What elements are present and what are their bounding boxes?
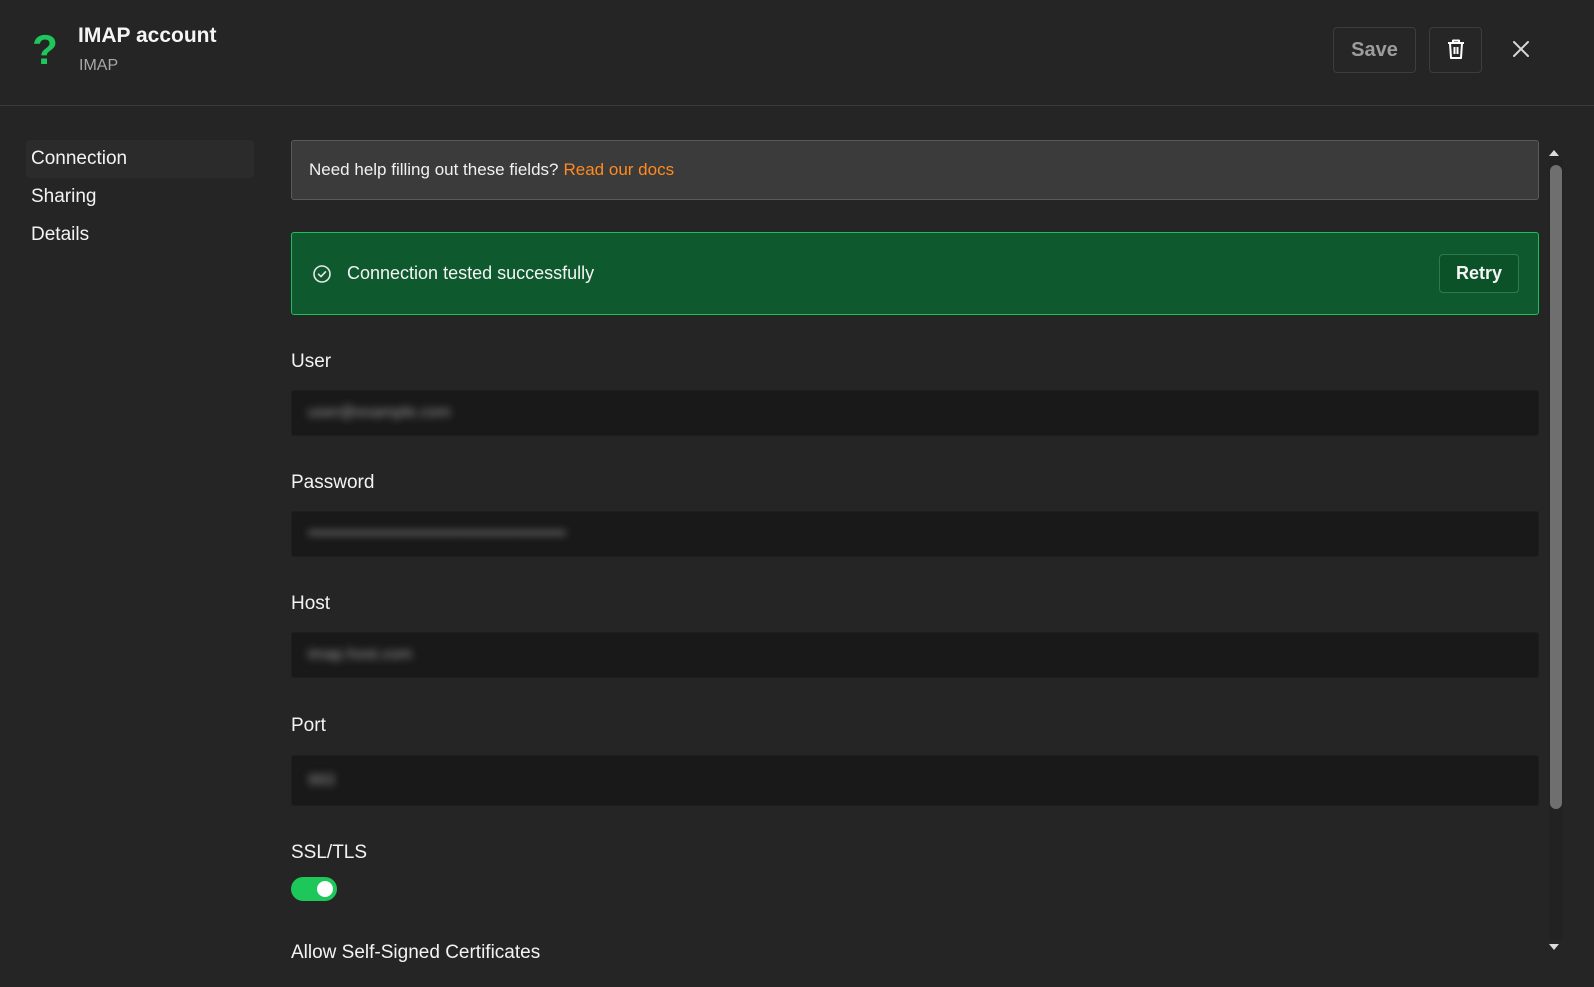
check-circle-icon bbox=[312, 264, 332, 284]
trash-icon bbox=[1446, 38, 1466, 63]
port-value: 993 bbox=[308, 771, 335, 789]
password-input[interactable]: ••••••••••••••••••••••••••••••••••••••••… bbox=[291, 511, 1539, 557]
help-text: Need help filling out these fields? bbox=[309, 160, 559, 179]
toggle-knob bbox=[317, 881, 333, 897]
password-value: ••••••••••••••••••••••••••••••••••••••••… bbox=[308, 525, 566, 542]
password-label: Password bbox=[291, 472, 375, 493]
host-value: imap.host.com bbox=[308, 646, 413, 663]
user-input[interactable]: user@example.com bbox=[291, 390, 1539, 436]
port-input[interactable]: 993 bbox=[291, 755, 1539, 806]
ssl-toggle[interactable] bbox=[291, 877, 337, 901]
self-signed-label: Allow Self-Signed Certificates bbox=[291, 942, 541, 963]
sidebar-item-details[interactable]: Details bbox=[26, 216, 254, 254]
status-text: Connection tested successfully bbox=[347, 263, 595, 283]
host-input[interactable]: imap.host.com bbox=[291, 632, 1539, 678]
sidebar-item-label: Connection bbox=[31, 148, 128, 169]
app-window: ? IMAP account IMAP Save Connection Shar… bbox=[0, 0, 1594, 987]
sidebar: Connection Sharing Details bbox=[26, 140, 254, 254]
scrollbar-thumb[interactable] bbox=[1550, 165, 1562, 809]
scroll-up-arrow-icon[interactable] bbox=[1547, 146, 1561, 160]
ssl-label: SSL/TLS bbox=[291, 842, 368, 863]
sidebar-item-label: Details bbox=[31, 224, 90, 245]
user-label: User bbox=[291, 351, 332, 372]
sidebar-item-connection[interactable]: Connection bbox=[26, 140, 254, 178]
sidebar-item-sharing[interactable]: Sharing bbox=[26, 178, 254, 216]
connection-status-banner: Connection tested successfully Retry bbox=[291, 232, 1539, 315]
retry-button[interactable]: Retry bbox=[1439, 254, 1519, 293]
page-subtitle: IMAP bbox=[79, 57, 119, 74]
page-title: IMAP account bbox=[78, 24, 217, 47]
close-icon bbox=[1512, 40, 1530, 61]
header: ? IMAP account IMAP Save bbox=[0, 0, 1594, 106]
scroll-down-arrow-icon[interactable] bbox=[1547, 940, 1561, 954]
host-label: Host bbox=[291, 593, 331, 614]
docs-link[interactable]: Read our docs bbox=[564, 160, 675, 180]
sidebar-item-label: Sharing bbox=[31, 186, 97, 207]
close-button[interactable] bbox=[1505, 34, 1537, 66]
question-icon: ? bbox=[32, 26, 58, 73]
user-value: user@example.com bbox=[308, 404, 451, 421]
delete-button[interactable] bbox=[1429, 27, 1482, 73]
save-button[interactable]: Save bbox=[1333, 27, 1416, 73]
port-label: Port bbox=[291, 715, 326, 736]
help-banner: Need help filling out these fields? Read… bbox=[291, 140, 1539, 200]
